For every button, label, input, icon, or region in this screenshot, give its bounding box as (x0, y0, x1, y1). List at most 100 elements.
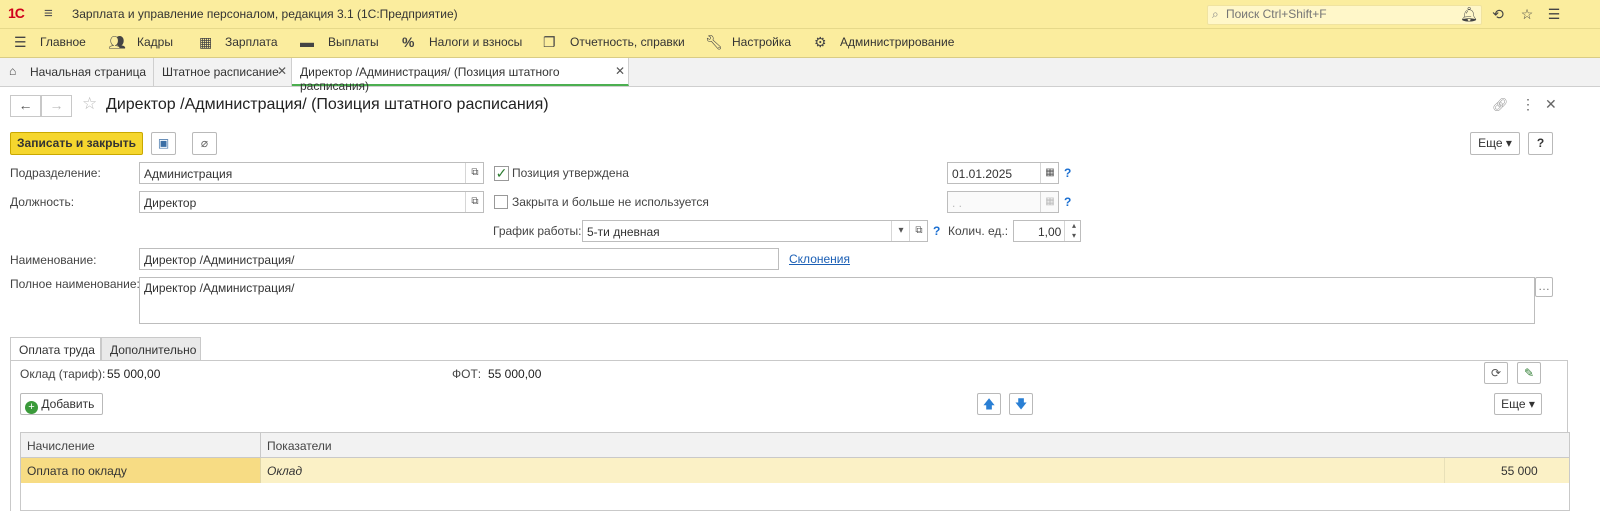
tab-home[interactable]: ⌂ Начальная страница (0, 58, 154, 86)
move-up-icon[interactable]: 🡅 (977, 393, 1001, 415)
app-title: Зарплата и управление персоналом, редакц… (72, 7, 458, 21)
close-icon[interactable]: ✕ (277, 64, 287, 78)
approved-checkbox[interactable]: ✓ (494, 166, 509, 181)
dropdown-icon[interactable]: ▾ (891, 221, 910, 241)
table-row[interactable]: Оплата по окладу Оклад 55 000 (21, 458, 1569, 483)
column-header-accrual[interactable]: Начисление (21, 433, 261, 458)
settings-menu-icon[interactable]: ☰ (1545, 6, 1563, 22)
open-icon[interactable]: ⧉ (465, 163, 484, 183)
history-icon[interactable]: ⟲ (1489, 6, 1507, 22)
save-icon[interactable]: ▣ (151, 132, 176, 155)
schedule-field[interactable]: 5-ти дневная ▾ ⧉ (582, 220, 928, 242)
menu-settings[interactable]: Настройка (732, 35, 791, 49)
column-header-indicators-label: Показатели (267, 439, 332, 453)
menu-reports[interactable]: Отчетность, справки (570, 35, 685, 49)
division-label: Подразделение: (10, 166, 101, 180)
closed-label: Закрыта и больше не используется (512, 195, 709, 209)
menu-taxes[interactable]: Налоги и взносы (429, 35, 522, 49)
name-label: Наименование: (10, 253, 97, 267)
help-icon[interactable]: ? (933, 224, 940, 238)
column-header-accrual-label: Начисление (27, 439, 95, 453)
main-menu-icon[interactable]: ≡ (44, 5, 53, 22)
add-button[interactable]: + Добавить (20, 393, 103, 415)
fot-label: ФОТ: (452, 367, 482, 381)
calendar-icon[interactable]: ▦ (1040, 192, 1059, 212)
indicator-amount: 55 000 (1501, 464, 1538, 478)
home-icon: ⌂ (9, 64, 17, 78)
calendar-icon[interactable]: ▦ (1040, 163, 1059, 183)
open-icon[interactable]: ⧉ (465, 192, 484, 212)
star-icon[interactable]: ☆ (1518, 6, 1536, 22)
menu-administration[interactable]: Администрирование (840, 35, 954, 49)
bell-icon[interactable]: 🔔︎ (1460, 6, 1478, 22)
menu-main[interactable]: Главное (40, 35, 86, 49)
tab-additional-label: Дополнительно (110, 343, 197, 357)
closed-checkbox[interactable] (494, 195, 508, 209)
closed-date-field[interactable]: . . ▦ (947, 191, 1059, 213)
tab-additional[interactable]: Дополнительно (101, 337, 201, 361)
sections-menu: ☰ Главное 👥︎ Кадры ▦ Зарплата ▬ Выплаты … (0, 29, 1600, 58)
help-button[interactable]: ? (1528, 132, 1553, 155)
close-icon[interactable]: ✕ (615, 64, 625, 78)
accrual-cell[interactable]: Оплата по окладу (21, 458, 261, 483)
approved-label: Позиция утверждена (512, 166, 629, 180)
cell-divider (1444, 458, 1445, 483)
fot-value: 55 000,00 (488, 367, 542, 381)
more-vertical-icon[interactable]: ⋮ (1521, 96, 1535, 113)
tab-staffing[interactable]: Штатное расписание ✕ (154, 58, 292, 86)
more-button[interactable]: Еще ▾ (1470, 132, 1520, 155)
tab-position[interactable]: Директор /Администрация/ (Позиция штатно… (292, 58, 629, 93)
salary-value: 55 000,00 (107, 367, 161, 381)
approved-date-field[interactable]: 01.01.2025 ▦ (947, 162, 1059, 184)
attach-icon[interactable]: ⌀ (192, 132, 217, 155)
menu-salary[interactable]: Зарплата (225, 35, 278, 49)
form-title: Директор /Администрация/ (Позиция штатно… (106, 96, 549, 113)
open-tabs: ⌂ Начальная страница Штатное расписание … (0, 58, 1600, 93)
name-field[interactable]: Директор /Администрация/ (139, 248, 779, 270)
menu-icon: ☰ (14, 34, 27, 50)
tab-position-label: Директор /Администрация/ (Позиция штатно… (300, 65, 560, 93)
refresh-icon[interactable]: ⟳ (1484, 362, 1508, 384)
tab-home-label: Начальная страница (30, 65, 147, 79)
schedule-value: 5-ти дневная (587, 225, 660, 239)
link-icon[interactable]: 🔗︎ (1492, 97, 1509, 113)
menu-payments[interactable]: Выплаты (328, 35, 379, 49)
close-form-icon[interactable]: ✕ (1545, 96, 1557, 113)
declensions-link[interactable]: Склонения (789, 252, 850, 266)
edit-pencil-icon[interactable]: ✎ (1517, 362, 1541, 384)
stepper-arrows-icon[interactable]: ▴ ▾ (1064, 221, 1083, 241)
approved-date-value: 01.01.2025 (952, 167, 1013, 181)
salary-label: Оклад (тариф): (20, 367, 106, 381)
accrual-value: Оплата по окладу (27, 464, 127, 478)
move-down-icon[interactable]: 🡇 (1009, 393, 1033, 415)
back-button[interactable]: ← (10, 95, 41, 117)
search-input[interactable] (1226, 7, 1466, 21)
favorite-star-icon[interactable]: ☆ (82, 94, 97, 114)
menu-personnel[interactable]: Кадры (137, 35, 173, 49)
fullname-edit-button[interactable]: … (1535, 277, 1553, 297)
tab-payment[interactable]: Оплата труда (10, 337, 101, 361)
fullname-field[interactable]: Директор /Администрация/ (139, 277, 1535, 324)
closed-date-value: . . (952, 196, 963, 210)
help-icon[interactable]: ? (1064, 195, 1071, 209)
add-icon: + (25, 401, 38, 414)
quantity-stepper[interactable]: 1,00 ▴ ▾ (1013, 220, 1081, 242)
percent-icon: % (402, 34, 415, 50)
wallet-icon: ▬ (300, 34, 314, 50)
tab-payment-label: Оплата труда (19, 343, 95, 357)
position-field[interactable]: Директор ⧉ (139, 191, 484, 213)
grid-more-label: Еще (1501, 397, 1526, 411)
documents-icon: ❐ (543, 34, 556, 50)
column-header-indicators[interactable]: Показатели (261, 433, 1569, 458)
quantity-label: Колич. ед.: (948, 224, 1009, 238)
title-bar: 1С ≡ Зарплата и управление персоналом, р… (0, 0, 1600, 29)
division-field[interactable]: Администрация ⧉ (139, 162, 484, 184)
schedule-label: График работы: (493, 224, 582, 238)
forward-button[interactable]: → (41, 95, 72, 117)
grid-more-button[interactable]: Еще ▾ (1494, 393, 1542, 415)
calculator-icon: ▦ (199, 34, 213, 50)
global-search[interactable]: ⌕ (1207, 5, 1482, 25)
help-icon[interactable]: ? (1064, 166, 1071, 180)
save-and-close-button[interactable]: Записать и закрыть (10, 132, 143, 155)
open-icon[interactable]: ⧉ (909, 221, 928, 241)
